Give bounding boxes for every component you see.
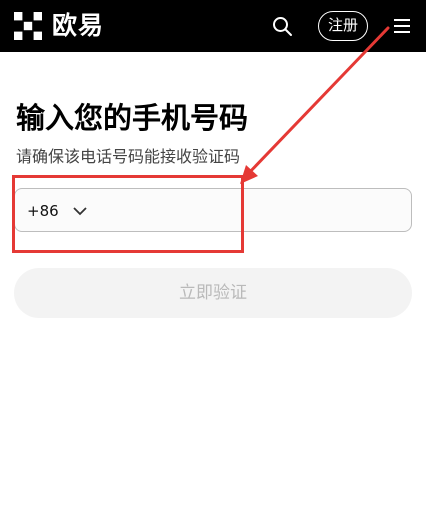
country-code-value: +86 xyxy=(27,202,59,220)
brand-name: 欧易 xyxy=(52,11,105,40)
top-navigation-bar: 欧易 注册 xyxy=(0,0,426,52)
okx-logo-icon xyxy=(14,12,42,40)
register-button[interactable]: 注册 xyxy=(318,11,368,41)
chevron-down-icon xyxy=(73,207,87,216)
page-subtitle: 请确保该电话号码能接收验证码 xyxy=(16,147,241,166)
phone-number-field: +86 xyxy=(14,188,412,235)
hamburger-menu-icon[interactable] xyxy=(392,15,412,37)
page-title: 输入您的手机号码 xyxy=(16,101,249,135)
annotation-arrow-icon xyxy=(240,26,390,184)
brand-logo[interactable]: 欧易 xyxy=(14,10,104,42)
verify-now-button[interactable]: 立即验证 xyxy=(14,268,412,318)
phone-number-input[interactable] xyxy=(115,189,409,235)
country-code-selector[interactable]: +86 xyxy=(27,189,87,233)
page: 欧易 注册 输入您的手机号码 请确保该电话号码能接收验证码 +86 立即验证 xyxy=(0,0,426,509)
search-icon[interactable] xyxy=(270,14,294,38)
